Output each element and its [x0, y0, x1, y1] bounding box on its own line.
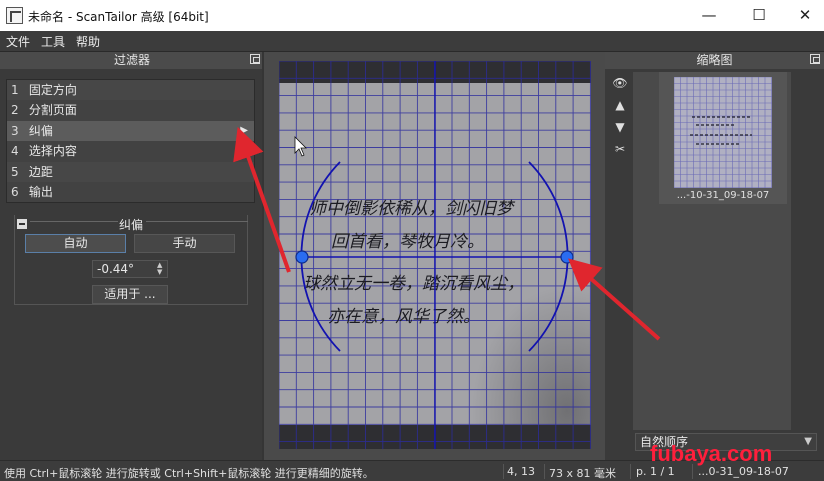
- filter-label: 边距: [28, 164, 53, 179]
- status-divider: [503, 464, 504, 479]
- undock-icon[interactable]: [810, 54, 820, 64]
- minimize-button[interactable]: —: [686, 0, 732, 31]
- cursor-coords: 4, 13: [507, 465, 535, 478]
- deskew-group-header: 纠偏: [14, 215, 248, 232]
- watermark: fubaya.com: [650, 441, 773, 466]
- close-button[interactable]: ✕: [782, 0, 824, 31]
- filter-item-select-content[interactable]: 4 选择内容: [7, 141, 254, 162]
- handwriting-line: 师中倒影依稀从，剑闪旧梦: [309, 199, 516, 219]
- angle-spinbox[interactable]: -0.44° ▲ ▼: [92, 260, 168, 278]
- eye-icon[interactable]: 👁: [611, 76, 629, 98]
- filter-label: 选择内容: [28, 144, 77, 159]
- filter-label: 固定方向: [28, 83, 77, 97]
- deskew-overlay: 师中倒影依稀从，剑闪旧梦 回首看，琴牧月冷。 球然立无一卷，踏沉看风尘， 亦在意…: [279, 61, 591, 449]
- arrow-down-icon[interactable]: ▼: [611, 120, 629, 142]
- title-bar: 未命名 - ScanTailor 高级 [64bit] — ☐ ✕: [0, 0, 824, 31]
- menu-file[interactable]: 文件: [6, 33, 30, 50]
- filter-number: 4: [11, 144, 19, 159]
- undock-icon[interactable]: [250, 54, 260, 64]
- page-size: 73 x 81 毫米: [549, 467, 616, 480]
- thumbnail-grid-icon: [674, 77, 772, 188]
- filter-item-margins[interactable]: 5 边距: [7, 161, 254, 182]
- filter-item-fix-orientation[interactable]: 1 固定方向: [7, 80, 254, 101]
- rotation-handle-left[interactable]: [295, 250, 309, 264]
- thumbnail-item[interactable]: ...-10-31_09-18-07: [659, 72, 787, 204]
- status-divider: [544, 464, 545, 479]
- filter-number: 3: [11, 123, 19, 138]
- run-filter-play-icon[interactable]: ▶: [240, 121, 248, 141]
- arrow-up-icon[interactable]: ▲: [611, 98, 629, 120]
- filter-label: 纠偏: [28, 123, 53, 138]
- thumbnail-list[interactable]: ...-10-31_09-18-07: [633, 72, 791, 430]
- filters-panel: 过滤器 1 固定方向 2 分割页面 3 纠偏 ▶ 4 选择内容 5 边距 6 输…: [0, 52, 264, 460]
- thumbnail-image: [674, 77, 772, 188]
- deskew-group-title: 纠偏: [118, 218, 143, 232]
- thumbnails-panel: 缩略图 👁 ▲ ▼ ✂ ...-10-31_09-18-07 自然顺序 ▼: [605, 52, 824, 460]
- chevron-down-icon: ▼: [804, 436, 812, 447]
- thumbnail-tools: 👁 ▲ ▼ ✂: [611, 76, 629, 164]
- spin-arrows-icon[interactable]: ▲ ▼: [157, 262, 165, 276]
- thumbnail-caption: ...-10-31_09-18-07: [676, 190, 770, 201]
- status-hint: 使用 Ctrl+鼠标滚轮 进行旋转或 Ctrl+Shift+鼠标滚轮 进行更精细…: [4, 467, 374, 480]
- filter-number: 1: [11, 83, 19, 97]
- filter-number: 6: [11, 184, 19, 199]
- scissors-icon[interactable]: ✂: [611, 142, 629, 164]
- maximize-button[interactable]: ☐: [736, 0, 782, 31]
- filter-item-deskew[interactable]: 3 纠偏 ▶: [7, 120, 254, 142]
- rotation-handle-right[interactable]: [560, 250, 574, 264]
- handwriting-line: 球然立无一卷，踏沉看风尘，: [303, 274, 524, 294]
- scantailor-app-icon: [6, 7, 23, 24]
- window-title: 未命名 - ScanTailor 高级 [64bit]: [28, 10, 209, 24]
- filters-panel-title: 过滤器: [113, 53, 150, 67]
- thumbnails-panel-header: 缩略图: [605, 52, 824, 69]
- angle-value: -0.44°: [97, 262, 135, 276]
- filter-number: 5: [11, 164, 19, 179]
- handwriting-line: 回首看，琴牧月冷。: [331, 232, 484, 252]
- manual-button[interactable]: 手动: [134, 234, 235, 253]
- filter-list: 1 固定方向 2 分割页面 3 纠偏 ▶ 4 选择内容 5 边距 6 输出: [6, 79, 255, 204]
- filter-item-output[interactable]: 6 输出: [7, 181, 254, 203]
- menu-help[interactable]: 帮助: [76, 33, 100, 50]
- menu-tools[interactable]: 工具: [41, 33, 65, 50]
- handwritten-text: 师中倒影依稀从，剑闪旧梦 回首看，琴牧月冷。 球然立无一卷，踏沉看风尘， 亦在意…: [303, 199, 524, 327]
- filter-number: 2: [11, 103, 19, 118]
- apply-to-button[interactable]: 适用于 ...: [92, 285, 168, 304]
- filter-label: 分割页面: [28, 103, 77, 118]
- thumbnails-panel-title: 缩略图: [696, 53, 733, 67]
- page-image[interactable]: 师中倒影依稀从，剑闪旧梦 回首看，琴牧月冷。 球然立无一卷，踏沉看风尘， 亦在意…: [279, 61, 591, 449]
- image-view[interactable]: 师中倒影依稀从，剑闪旧梦 回首看，琴牧月冷。 球然立无一卷，踏沉看风尘， 亦在意…: [264, 52, 605, 460]
- handwriting-line: 亦在意，风华了然。: [327, 307, 480, 327]
- filter-item-split-pages[interactable]: 2 分割页面: [7, 100, 254, 121]
- filter-label: 输出: [28, 184, 53, 199]
- auto-button[interactable]: 自动: [25, 234, 126, 253]
- filters-panel-header: 过滤器: [0, 52, 264, 69]
- status-divider: [630, 464, 631, 479]
- menu-bar: 文件 工具 帮助: [0, 31, 824, 52]
